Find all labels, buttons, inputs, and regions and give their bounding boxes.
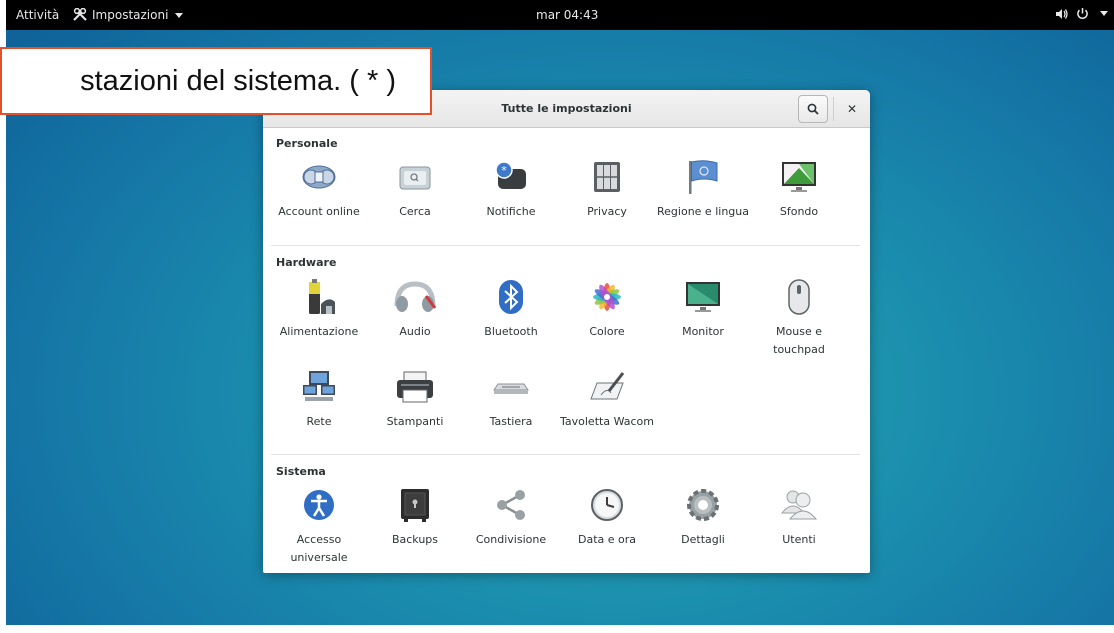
settings-item-power[interactable]: Alimentazione [271,277,367,341]
settings-item-background[interactable]: Sfondo [751,157,847,221]
app-menu-label: Impostazioni [92,8,169,22]
settings-item-wacom[interactable]: Tavoletta Wacom [559,367,655,431]
mouse-icon [788,279,810,315]
search-button[interactable] [798,95,828,123]
settings-item-search[interactable]: Cerca [367,157,463,221]
search-icon [807,103,819,115]
activities-button[interactable]: Attività [16,8,59,22]
settings-item-details[interactable]: Dettagli [655,485,751,549]
settings-item-backups[interactable]: Backups [367,485,463,549]
settings-item-notifications[interactable]: * Notifiche [463,157,559,221]
users-icon [780,490,818,520]
close-icon: ✕ [846,102,858,116]
region-flag-icon [689,160,718,194]
settings-item-label: Rete [306,415,332,428]
section-title-sistema: Sistema [276,465,326,478]
online-accounts-icon [302,165,336,189]
tooltip-callout-text: stazioni del sistema. ( * ) [80,64,396,97]
settings-item-label: Audio [399,325,431,338]
settings-item-label: Regione e lingua [657,205,749,218]
settings-item-network[interactable]: Rete [271,367,367,431]
svg-text:*: * [501,164,507,177]
section-divider [271,454,860,455]
close-button[interactable]: ✕ [841,98,863,120]
clock[interactable]: mar 04:43 [536,8,598,22]
settings-item-label: Accesso universale [290,533,348,564]
titlebar-separator [833,97,834,121]
settings-window: Tutte le impostazioni ✕ Personale Accoun… [263,90,870,573]
settings-item-label: Privacy [587,205,627,218]
monitor-icon [686,282,720,312]
settings-item-keyboard[interactable]: Tastiera [463,367,559,431]
settings-item-label: Cerca [399,205,431,218]
settings-item-label: Stampanti [386,415,444,428]
settings-item-date-time[interactable]: Data e ora [559,485,655,549]
settings-item-label: Colore [589,325,625,338]
sharing-icon [497,490,525,520]
settings-item-label: Tavoletta Wacom [560,415,654,428]
gear-details-icon [687,489,719,521]
settings-item-monitor[interactable]: Monitor [655,277,751,341]
settings-item-privacy[interactable]: Privacy [559,157,655,221]
settings-item-label: Data e ora [577,533,637,546]
audio-icon [394,281,437,312]
color-icon [593,283,621,311]
settings-item-bluetooth[interactable]: Bluetooth [463,277,559,341]
clock-icon [591,489,623,521]
settings-item-label: Tastiera [489,415,533,428]
settings-tools-icon [73,8,87,21]
settings-item-online-accounts[interactable]: Account online [271,157,367,221]
settings-item-label: Utenti [782,533,816,546]
privacy-icon [594,162,620,192]
settings-item-label: Sfondo [779,205,819,218]
chevron-down-icon [1100,11,1108,16]
top-bar: Attività Impostazioni mar 04:43 [6,0,1114,30]
settings-item-label: Dettagli [681,533,725,546]
bluetooth-icon [499,280,523,314]
settings-item-printers[interactable]: Stampanti [367,367,463,431]
settings-item-sharing[interactable]: Condivisione [463,485,559,549]
settings-item-label: Notifiche [486,205,536,218]
settings-item-label: Alimentazione [279,325,359,338]
bottom-border [0,625,1114,633]
settings-item-label: Account online [278,205,360,218]
settings-item-label: Condivisione [475,533,547,546]
power-icon [1077,8,1088,19]
network-icon [303,371,335,401]
volume-icon [1056,8,1068,19]
section-divider [271,245,860,246]
tooltip-callout: stazioni del sistema. ( * ) [0,47,432,115]
settings-item-universal-access[interactable]: Accesso universale [271,485,367,567]
system-status-menu[interactable] [1055,7,1108,20]
keyboard-icon [493,383,529,394]
section-title-hardware: Hardware [276,256,337,269]
universal-access-icon [304,490,334,520]
app-menu[interactable]: Impostazioni [72,8,184,22]
settings-item-label: Monitor [682,325,724,338]
settings-item-region[interactable]: Regione e lingua [655,157,751,221]
settings-item-users[interactable]: Utenti [751,485,847,549]
printer-icon [397,371,433,403]
backups-safe-icon [401,489,429,522]
settings-item-label: Bluetooth [484,325,538,338]
settings-item-audio[interactable]: Audio [367,277,463,341]
settings-item-label: Mouse e touchpad [773,325,825,356]
chevron-down-icon [175,12,184,18]
settings-item-mouse[interactable]: Mouse e touchpad [751,277,847,359]
settings-item-label: Backups [391,533,439,546]
wacom-tablet-icon [590,372,625,400]
settings-item-color[interactable]: Colore [559,277,655,341]
power-battery-icon [309,279,335,314]
section-title-personale: Personale [276,137,338,150]
search-settings-icon [399,166,431,190]
background-icon [782,162,816,192]
notifications-icon: * [495,161,526,189]
